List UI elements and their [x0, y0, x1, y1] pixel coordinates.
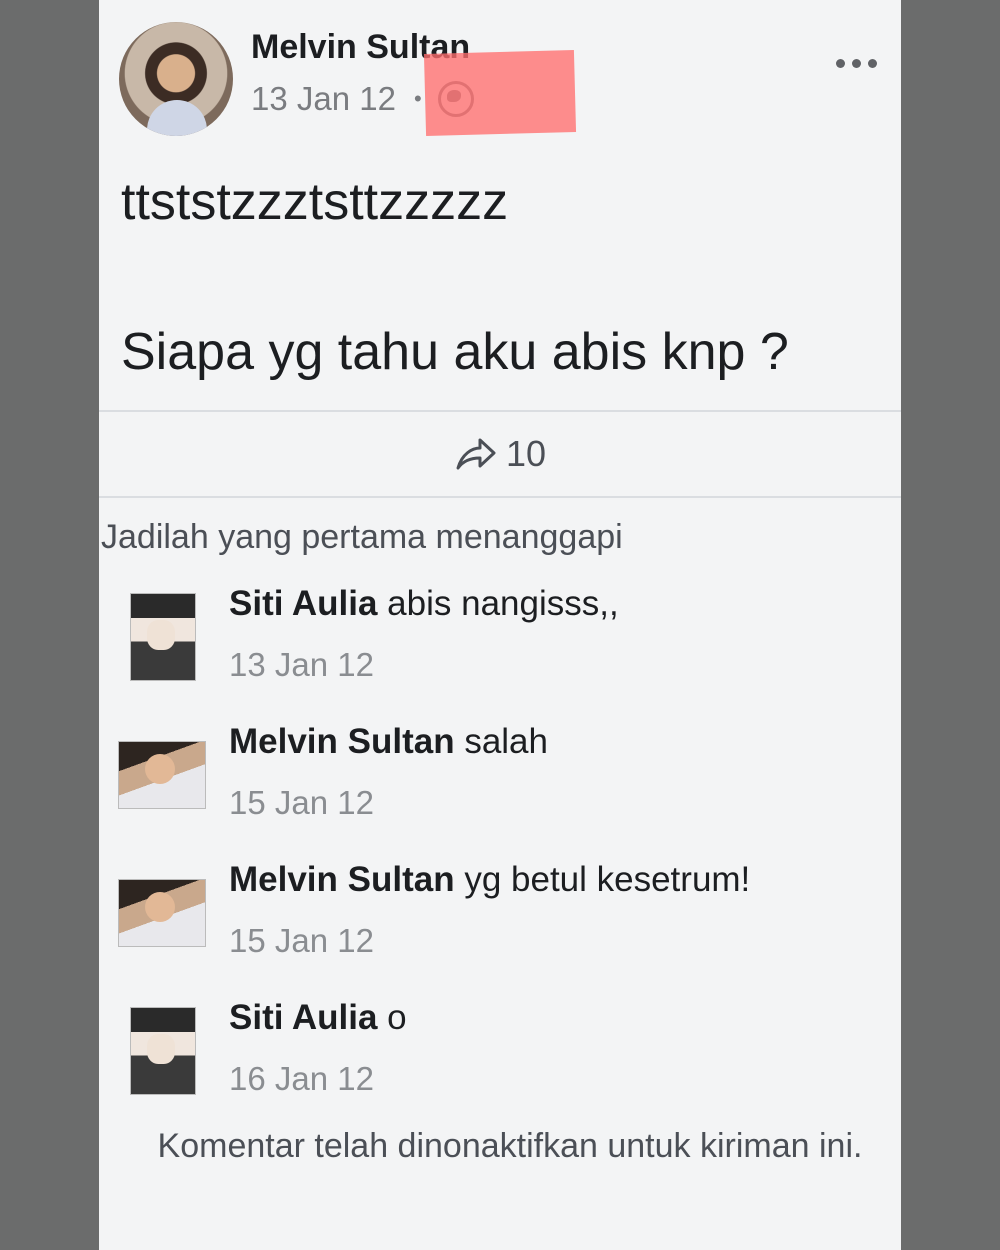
- commenter-name[interactable]: Siti Aulia: [229, 998, 377, 1037]
- comment-body: Siti Aulia abis nangisss,, 13 Jan 12: [229, 584, 619, 684]
- post-header: Melvin Sultan 13 Jan 12 •: [99, 0, 901, 150]
- author-avatar[interactable]: [119, 22, 233, 136]
- commenter-avatar[interactable]: [119, 880, 205, 946]
- post-date[interactable]: 13 Jan 12: [251, 80, 396, 118]
- share-bar[interactable]: 10: [99, 410, 901, 498]
- comments-header: Jadilah yang pertama menanggapi: [101, 518, 623, 556]
- more-dot: [851, 58, 861, 68]
- comment-text: salah: [454, 722, 548, 761]
- comment-body: Melvin Sultan salah 15 Jan 12: [229, 722, 548, 822]
- comment-item: Melvin Sultan salah 15 Jan 12: [99, 722, 901, 842]
- avatar-shirt: [147, 100, 207, 136]
- comment-date: 13 Jan 12: [229, 646, 374, 683]
- more-dot: [867, 58, 877, 68]
- commenter-avatar[interactable]: [131, 1008, 195, 1094]
- commenter-name[interactable]: Melvin Sultan: [229, 722, 455, 761]
- post-text-line-1: ttststzzztsttzzzzz: [121, 173, 509, 231]
- comment-item: Siti Aulia abis nangisss,, 13 Jan 12: [99, 584, 901, 704]
- comment-date: 15 Jan 12: [229, 922, 374, 959]
- commenter-name[interactable]: Melvin Sultan: [229, 860, 455, 899]
- comment-item: Siti Aulia o 16 Jan 12: [99, 998, 901, 1118]
- share-count: 10: [505, 433, 547, 474]
- comment-text: abis nangisss,,: [377, 584, 619, 623]
- comments-disabled-notice: Komentar telah dinonaktifkan untuk kirim…: [157, 1127, 863, 1165]
- more-options-icon[interactable]: [833, 50, 879, 76]
- meta-separator: •: [413, 86, 422, 111]
- post-text-line-2: Siapa yg tahu aku abis knp ?: [121, 323, 789, 381]
- more-dot: [835, 58, 845, 68]
- comment-text: yg betul kesetrum!: [454, 860, 751, 899]
- comment-text: o: [377, 998, 407, 1037]
- comment-body: Siti Aulia o 16 Jan 12: [229, 998, 407, 1098]
- share-icon: [456, 438, 496, 470]
- redaction-box: [423, 50, 577, 136]
- post-card: Melvin Sultan 13 Jan 12 • ttststzzztsttz…: [99, 0, 901, 1250]
- comment-body: Melvin Sultan yg betul kesetrum! 15 Jan …: [229, 860, 750, 960]
- post-body: ttststzzztsttzzzzz Siapa yg tahu aku abi…: [121, 172, 789, 382]
- comment-date: 16 Jan 12: [229, 1060, 374, 1097]
- commenter-avatar[interactable]: [119, 742, 205, 808]
- commenter-avatar[interactable]: [131, 594, 195, 680]
- comment-date: 15 Jan 12: [229, 784, 374, 821]
- commenter-name[interactable]: Siti Aulia: [229, 584, 377, 623]
- comment-item: Melvin Sultan yg betul kesetrum! 15 Jan …: [99, 860, 901, 980]
